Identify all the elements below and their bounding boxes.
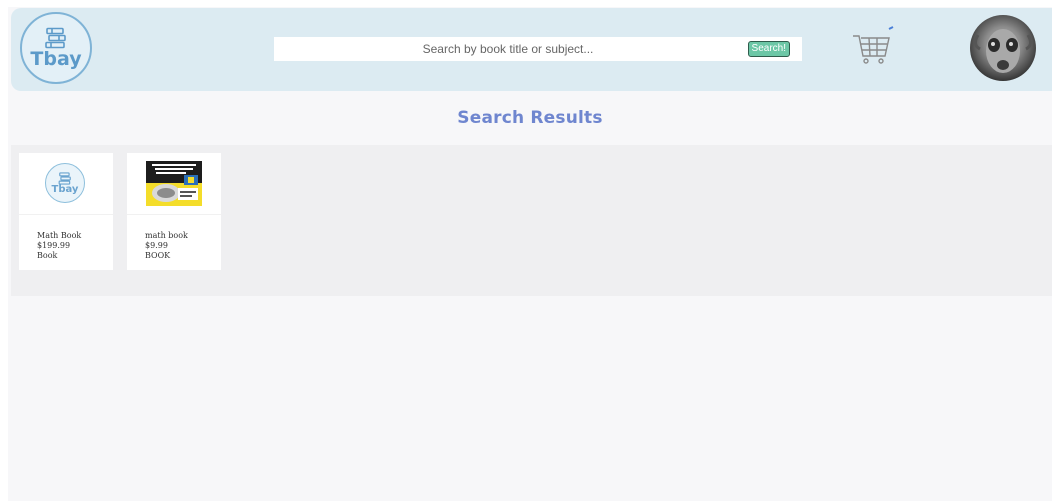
result-price: $9.99 (145, 241, 168, 250)
search-input[interactable] (274, 37, 802, 61)
logo-text: Tbay (51, 183, 79, 195)
result-price: $199.99 (37, 241, 71, 250)
result-card[interactable]: Tbay Math Book $199.99 Book (19, 153, 113, 270)
result-type: BOOK (145, 251, 171, 260)
search-button[interactable]: Search! (747, 41, 790, 57)
page-title: Search Results (457, 108, 603, 128)
result-thumbnail: Tbay (19, 153, 113, 215)
logo-text: Tbay (30, 48, 82, 70)
avatar[interactable] (970, 15, 1036, 81)
result-name: Math Book (37, 231, 82, 240)
avatar-image (970, 15, 1036, 81)
tbay-logo[interactable]: Tbay (20, 12, 92, 84)
search-bar: Search! (274, 37, 802, 61)
result-thumbnail (127, 153, 221, 215)
book-cover-image (146, 161, 202, 206)
result-info: math book $9.99 BOOK (145, 231, 188, 261)
books-icon (58, 171, 71, 185)
search-results: Tbay Math Book $199.99 Book math book $9… (11, 145, 1052, 296)
result-card[interactable]: math book $9.99 BOOK (127, 153, 221, 270)
result-info: Math Book $199.99 Book (37, 231, 81, 261)
cart-button[interactable] (849, 26, 895, 68)
books-icon (45, 27, 66, 49)
result-name: math book (145, 231, 188, 240)
result-type: Book (37, 251, 58, 260)
header: Tbay Search! (11, 8, 1052, 91)
page: Tbay Search! (8, 7, 1052, 501)
tbay-logo-thumbnail: Tbay (45, 163, 85, 203)
cart-icon (853, 26, 894, 64)
